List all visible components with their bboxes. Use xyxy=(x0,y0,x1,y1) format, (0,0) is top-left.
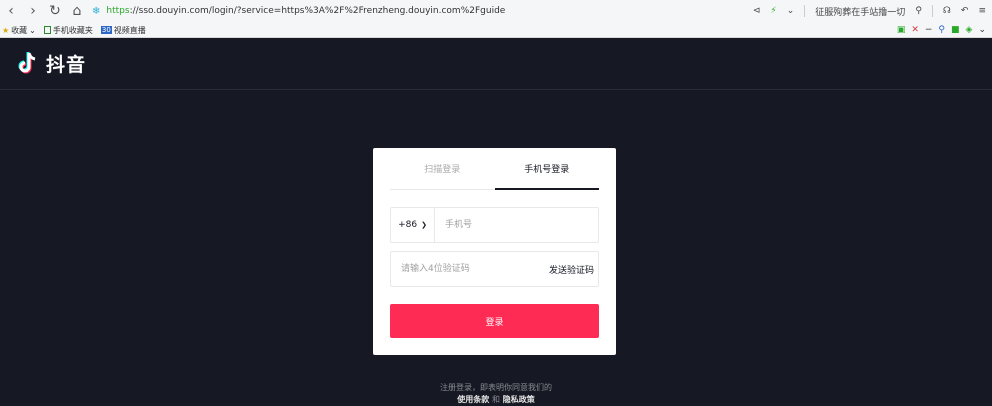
code-field: 发送验证码 xyxy=(390,251,599,287)
share-icon[interactable]: ⊲ xyxy=(753,6,761,16)
bookmark-mobile[interactable]: 手机收藏夹 xyxy=(43,25,93,36)
agreement-links: 使用条款 和 隐私政策 xyxy=(0,394,992,406)
extension-icons: ▣ ✕ − ⚲ ■ ◈ ⌄ xyxy=(897,22,986,38)
url-scheme: https xyxy=(106,6,130,16)
login-tabs: 扫描登录 手机号登录 xyxy=(390,148,599,190)
close-icon[interactable]: ✕ xyxy=(911,25,919,35)
browser-right-tools: ⊲ ⚡ ⌄ 征服殉葬在手站撸一切 ⚲ ☊ ↶ ≡ xyxy=(753,0,986,22)
phone-field: +86 ❯ xyxy=(390,207,599,243)
lightning-icon[interactable]: ⚡ xyxy=(770,6,776,16)
logo-text[interactable]: 抖音 xyxy=(46,50,86,77)
tab-scan-login[interactable]: 扫描登录 xyxy=(390,148,495,189)
star-icon: ★ xyxy=(2,25,10,35)
send-code-button[interactable]: 发送验证码 xyxy=(549,263,598,276)
agreement-text: 注册登录，即表明你同意我们的 xyxy=(440,383,552,392)
chevron-down-icon: ⌄ xyxy=(29,25,36,35)
menu-icon[interactable]: ≡ xyxy=(978,6,986,16)
search-icon[interactable]: ⚲ xyxy=(938,25,945,35)
dropdown-icon[interactable]: ⌄ xyxy=(787,6,795,16)
bookmark-label: 手机收藏夹 xyxy=(52,25,93,35)
chevron-down-icon: ❯ xyxy=(421,221,427,229)
tab-phone-login[interactable]: 手机号登录 xyxy=(494,148,600,190)
bookmarks-bar: ★ 收藏 ⌄ 手机收藏夹 30 视频直播 ▣ ✕ − ⚲ ■ ◈ ⌄ xyxy=(0,22,992,38)
bookmark-label: 视频直播 xyxy=(113,25,146,35)
game-icon[interactable]: ■ xyxy=(951,25,960,35)
bookmark-live[interactable]: 30 视频直播 xyxy=(100,25,146,36)
douyin-logo-icon[interactable] xyxy=(16,51,40,77)
undo-icon[interactable]: ↶ xyxy=(961,6,969,16)
divider xyxy=(804,5,806,17)
login-card: 扫描登录 手机号登录 +86 ❯ 发送验证码 登录 xyxy=(373,148,616,355)
divider xyxy=(931,5,933,17)
reload-icon[interactable]: ↻ xyxy=(44,0,66,22)
country-code-value: +86 xyxy=(398,220,418,230)
bookmark-label: 收藏 xyxy=(11,25,28,35)
minus-icon[interactable]: − xyxy=(925,25,933,35)
bookmark-favorites[interactable]: ★ 收藏 ⌄ xyxy=(2,25,36,36)
browser-chrome: ‹ › ↻ ⌂ ❄ https ://sso.douyin.com/login/… xyxy=(0,0,992,38)
phone-input[interactable] xyxy=(435,208,598,242)
extension-icon[interactable]: ▣ xyxy=(897,25,906,35)
secure-icon: ❄ xyxy=(92,5,101,17)
shield-icon[interactable]: ◈ xyxy=(966,25,973,35)
chevron-down-icon[interactable]: ⌄ xyxy=(978,25,986,35)
agreement-notice: 注册登录，即表明你同意我们的 使用条款 和 隐私政策 xyxy=(0,382,992,406)
back-icon[interactable]: ‹ xyxy=(0,0,22,22)
search-icon[interactable]: ⚲ xyxy=(915,6,922,16)
address-bar[interactable]: ❄ https ://sso.douyin.com/login/?service… xyxy=(92,3,792,19)
browser-toolbar: ‹ › ↻ ⌂ ❄ https ://sso.douyin.com/login/… xyxy=(0,0,992,22)
site-header: 抖音 xyxy=(0,38,992,90)
phone-icon xyxy=(43,26,51,34)
forward-icon[interactable]: › xyxy=(22,0,44,22)
home-icon[interactable]: ⌂ xyxy=(66,0,88,22)
login-button[interactable]: 登录 xyxy=(390,304,599,338)
verification-code-input[interactable] xyxy=(391,252,549,286)
url-text: ://sso.douyin.com/login/?service=https%3… xyxy=(129,6,506,16)
search-hint[interactable]: 征服殉葬在手站撸一切 xyxy=(815,5,905,18)
video-icon: 30 xyxy=(100,26,112,34)
country-code-select[interactable]: +86 ❯ xyxy=(391,208,435,242)
headphones-icon[interactable]: ☊ xyxy=(943,6,951,16)
